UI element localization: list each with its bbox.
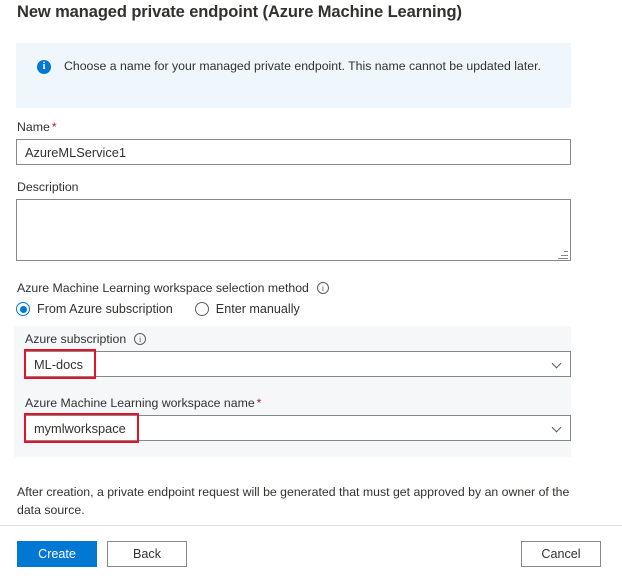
selection-method-label-text: Azure Machine Learning workspace selecti… [17,281,309,295]
page-title: New managed private endpoint (Azure Mach… [17,3,462,21]
info-circle-filled-icon: i [37,60,51,74]
selection-method-label: Azure Machine Learning workspace selecti… [17,281,329,295]
create-button[interactable]: Create [17,541,97,567]
name-input[interactable] [16,139,571,165]
radio-mark-unselected[interactable] [194,302,209,316]
subscription-selected-value: ML-docs [34,356,84,372]
new-managed-private-endpoint-dialog: New managed private endpoint (Azure Mach… [0,0,622,578]
description-label: Description [17,180,79,194]
description-textarea[interactable] [16,199,571,261]
selection-method-radio-group: From Azure subscription Enter manually [16,302,300,316]
footer-note: After creation, a private endpoint reque… [17,485,570,517]
footer-divider [0,525,622,526]
subscription-label-text: Azure subscription [25,332,127,346]
subscription-label: Azure subscription i [25,332,147,346]
chevron-down-icon[interactable] [552,423,562,433]
chevron-down-icon[interactable] [552,359,562,369]
workspace-label: Azure Machine Learning workspace name * [25,396,261,410]
radio-mark-selected[interactable] [16,302,30,316]
info-circle-outline-icon[interactable]: i [316,282,329,294]
info-banner: i Choose a name for your managed private… [16,43,571,108]
info-circle-outline-icon[interactable]: i [134,333,147,345]
description-label-text: Description [17,180,79,194]
cancel-button[interactable]: Cancel [521,541,601,567]
workspace-select[interactable]: mymlworkspace [25,415,571,441]
radio-from-azure-subscription[interactable]: From Azure subscription [16,302,173,316]
info-banner-text: Choose a name for your managed private e… [64,59,541,73]
radio-enter-manually-label: Enter manually [215,302,300,316]
workspace-label-text: Azure Machine Learning workspace name [25,396,255,410]
back-button[interactable]: Back [107,541,187,567]
name-required-marker: * [51,120,57,134]
workspace-selected-value: mymlworkspace [34,420,126,436]
subscription-select[interactable]: ML-docs [25,351,571,377]
radio-enter-manually[interactable]: Enter manually [194,302,300,316]
workspace-required-marker: * [256,396,262,410]
name-label-text: Name [17,120,50,134]
radio-from-azure-subscription-label: From Azure subscription [37,302,173,316]
name-label: Name * [17,120,57,134]
